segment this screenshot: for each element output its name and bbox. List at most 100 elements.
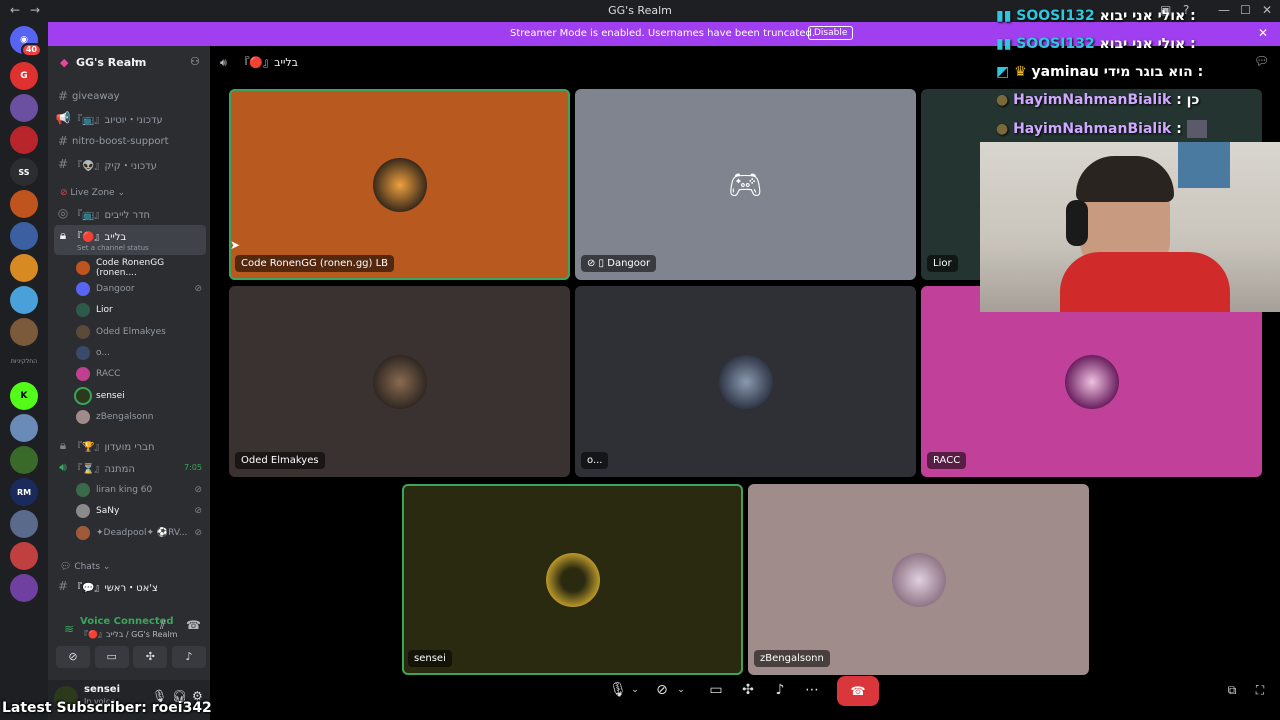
channel-youtube-updates[interactable]: 📢 『📺』עדכוני・יוטיוב xyxy=(54,108,206,128)
server-icon-11[interactable] xyxy=(10,510,38,538)
channel-waiting[interactable]: 🔊︎ 『⌛』המתנה 7:05 xyxy=(54,457,206,477)
hash-icon: # xyxy=(57,579,69,593)
voice-member[interactable]: Lior xyxy=(76,300,206,320)
voice-member[interactable]: zBengalsonn xyxy=(76,407,206,427)
dm-badge: 40 xyxy=(20,43,42,57)
muted-mic-icon: ⊘ xyxy=(194,485,202,495)
server-icon-3[interactable] xyxy=(10,126,38,154)
server-icon-10[interactable] xyxy=(10,446,38,474)
avatar xyxy=(76,367,90,381)
avatar xyxy=(76,389,90,403)
participant-tile[interactable]: o... xyxy=(575,286,916,477)
member-name: o... xyxy=(96,348,110,358)
voice-member[interactable]: liran king 60 ⊘ xyxy=(76,480,206,500)
participant-tile[interactable]: Code RonenGG (ronen.gg) LB xyxy=(229,89,570,280)
voice-member[interactable]: ✦Deadpool✦ ⚽RV... ⊘ xyxy=(76,523,206,543)
participant-tile[interactable]: zBengalsonn xyxy=(748,484,1089,675)
channel-kick-updates[interactable]: # 『👽』עדכוני・קיק xyxy=(54,154,206,174)
voice-member[interactable]: o... xyxy=(76,343,206,363)
server-icon-2[interactable] xyxy=(10,94,38,122)
participant-name: RACC xyxy=(927,452,967,469)
chevron-down-icon: ⌄ xyxy=(132,55,140,65)
category-live-zone[interactable]: ⊘ Live Zone ⌄ xyxy=(60,188,125,198)
participant-tile[interactable]: RACC xyxy=(921,286,1262,477)
voice-member[interactable]: RACC xyxy=(76,364,206,384)
channel-title: 『🔴』בלייב xyxy=(238,56,299,69)
chat-text: אולי אני יבוא : xyxy=(1099,36,1196,52)
fullscreen-icon[interactable]: ⛶ xyxy=(1250,676,1270,704)
stage-icon: ◎ xyxy=(57,206,69,220)
disconnect-icon[interactable]: ☎︎ xyxy=(186,618,201,632)
server-icon-7[interactable] xyxy=(10,286,38,314)
guild-header[interactable]: ◆ GG's Realm ⌄ ⚇ xyxy=(48,46,210,80)
member-name: Dangoor xyxy=(96,284,135,294)
channel-nitro-boost-support[interactable]: # nitro-boost-support xyxy=(54,131,206,151)
voice-member[interactable]: sensei xyxy=(76,386,206,406)
camera-options-chevron-icon[interactable]: ⌄ xyxy=(674,676,688,704)
member-name: SaNy xyxy=(96,506,120,516)
avatar xyxy=(76,483,90,497)
channel-giveaway[interactable]: # giveaway xyxy=(54,86,206,106)
mouse-cursor-icon: ➤ xyxy=(230,238,241,252)
mic-options-chevron-icon[interactable]: ⌄ xyxy=(628,676,642,704)
folder-label: החלקיניות xyxy=(10,358,38,365)
participant-tile[interactable]: Oded Elmakyes xyxy=(229,286,570,477)
server-icon-rm[interactable]: RM xyxy=(10,478,38,506)
server-icon-kick[interactable]: K xyxy=(10,382,38,410)
chat-message: ▮▮ SOOSI132 אולי אני יבוא : xyxy=(996,8,1196,30)
channel-label: 『⌛』המתנה xyxy=(72,463,135,475)
connection-icon: ≋ xyxy=(64,622,75,636)
popout-icon[interactable]: ⧉ xyxy=(1222,676,1242,704)
hash-icon: # xyxy=(57,89,69,103)
guild-boost-icon: ◆ xyxy=(60,56,69,69)
server-icon-5[interactable] xyxy=(10,222,38,250)
server-icon-6[interactable] xyxy=(10,254,38,282)
activities-icon[interactable]: ✣ xyxy=(738,676,758,704)
soundboard-icon[interactable]: ♪ xyxy=(171,646,206,668)
chat-text: אולי אני יבוא : xyxy=(1099,8,1196,24)
participant-tile[interactable]: sensei xyxy=(402,484,743,675)
invite-icon[interactable]: ⚇ xyxy=(190,55,200,68)
user-name[interactable]: sensei xyxy=(84,684,120,695)
camera-off-icon[interactable]: ⊘ xyxy=(56,646,90,668)
lock-icon: 🔒︎ xyxy=(59,437,67,452)
server-icon-gg[interactable]: G xyxy=(10,62,38,90)
direct-messages-icon[interactable]: ◉ 40 xyxy=(10,26,42,57)
screen-share-icon[interactable]: ▭ xyxy=(94,646,129,668)
channel-label: 『📺』עדכוני・יוטיוב xyxy=(72,114,163,126)
server-folder-ss[interactable]: SS xyxy=(10,158,38,186)
server-icon-12[interactable] xyxy=(10,542,38,570)
more-options-icon[interactable]: ⋯ xyxy=(802,676,822,704)
avatar xyxy=(76,325,90,339)
noise-suppression-icon[interactable]: ⫽ xyxy=(160,618,165,633)
chat-user: SOOSI132 xyxy=(1016,8,1095,24)
server-icon-4[interactable] xyxy=(10,190,38,218)
channel-live-voice[interactable]: 🔒︎ 『🔴』בלייב Set a channel status xyxy=(54,225,206,255)
camera-off-icon[interactable]: ⊘ xyxy=(652,676,672,704)
category-chats[interactable]: 💬︎ Chats ⌄ xyxy=(60,562,110,572)
chat-message: ◩ ♛ yaminau הוא בוגר מידי : xyxy=(996,64,1203,86)
server-icon-8[interactable] xyxy=(10,318,38,346)
crown-icon: ♛ xyxy=(1014,64,1027,80)
participant-tile[interactable]: 🎮︎ ⊘ ▯ Dangoor xyxy=(575,89,916,280)
voice-member[interactable]: Dangoor ⊘ xyxy=(76,279,206,299)
disable-streamer-mode-button[interactable]: Disable xyxy=(808,26,854,40)
screen-share-icon[interactable]: ▭ xyxy=(706,676,726,704)
muted-mic-icon: ⊘ xyxy=(194,506,202,516)
voice-member[interactable]: SaNy ⊘ xyxy=(76,501,206,521)
microphone-icon[interactable]: 🎙︎ xyxy=(608,676,628,704)
server-icon-13[interactable] xyxy=(10,574,38,602)
channel-main-chat[interactable]: # 『💬』צ'אט・ראשי xyxy=(54,576,206,596)
avatar xyxy=(545,552,600,607)
activities-icon[interactable]: ✣ xyxy=(133,646,168,668)
channel-status[interactable]: Set a channel status xyxy=(77,244,149,252)
soundboard-icon[interactable]: ♪ xyxy=(770,676,790,704)
voice-member[interactable]: Code RonenGG (ronen.... xyxy=(76,258,206,278)
voice-member[interactable]: Oded Elmakyes xyxy=(76,322,206,342)
channel-live-rooms[interactable]: ◎ 『📺』חדר לייבים xyxy=(54,203,206,223)
channel-club-members[interactable]: 🔒︎ 『🏆』חברי מועדון xyxy=(54,435,206,455)
hang-up-button[interactable]: ☎︎ xyxy=(837,676,879,706)
server-icon-9[interactable] xyxy=(10,414,38,442)
avatar xyxy=(1064,354,1119,409)
participant-name: ⊘ ▯ Dangoor xyxy=(581,255,657,272)
